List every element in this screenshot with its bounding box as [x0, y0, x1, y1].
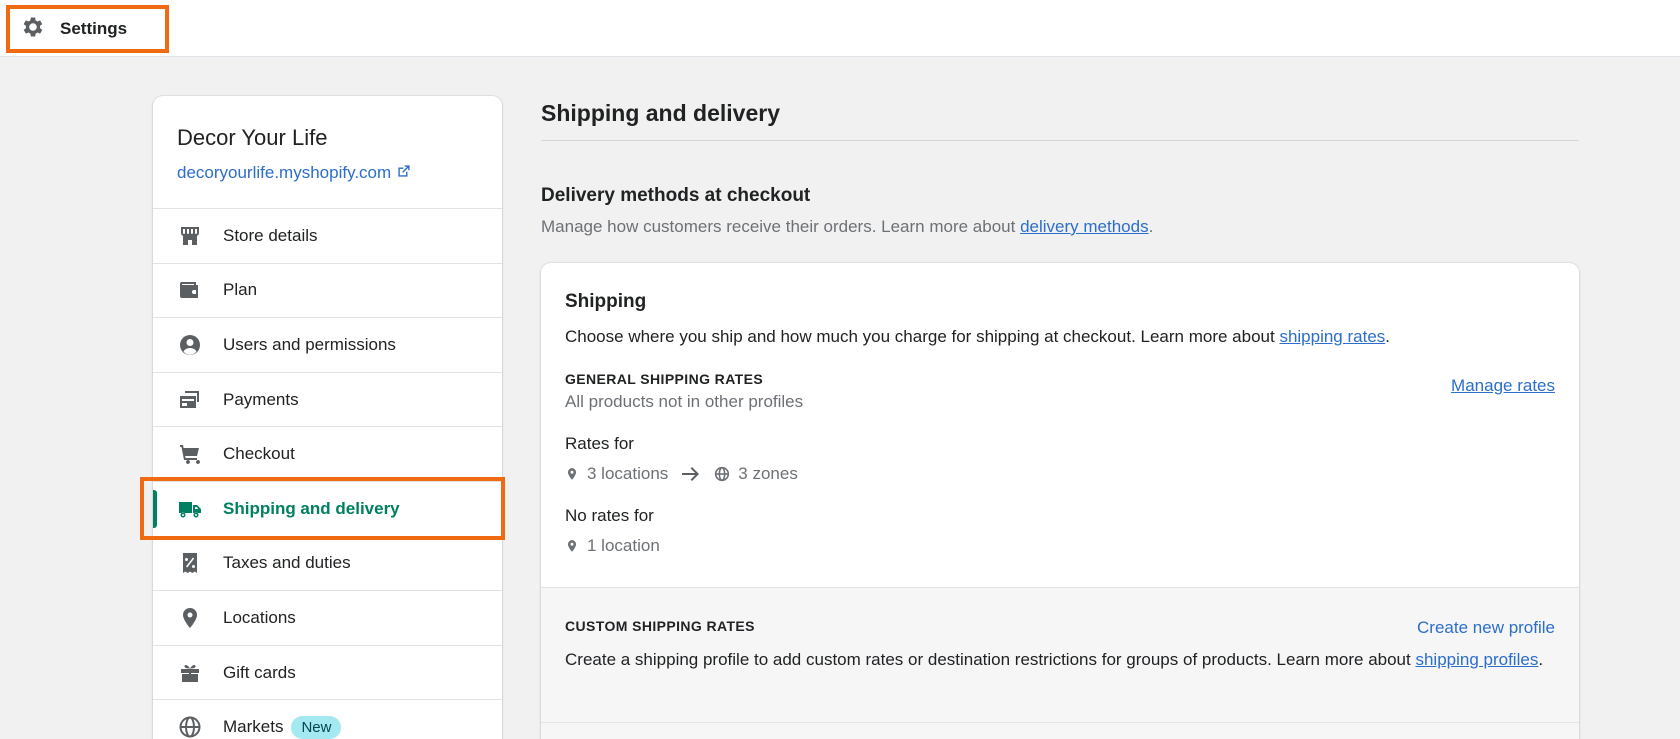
sidebar-item-checkout[interactable]: Checkout	[153, 427, 502, 482]
page-title: Shipping and delivery	[541, 100, 780, 126]
globe-icon	[714, 466, 730, 482]
sidebar-item-label: Store details	[223, 225, 318, 245]
store-url-text[interactable]: decoryourlife.myshopify.com	[177, 163, 391, 183]
title-divider	[541, 140, 1579, 141]
user-circle-icon	[177, 332, 203, 358]
location-pin-icon	[565, 538, 579, 554]
sidebar-item-label: Locations	[223, 607, 296, 627]
create-new-profile-link[interactable]: Create new profile	[1417, 618, 1555, 638]
desc-text: Create a shipping profile to add custom …	[565, 650, 1416, 669]
no-rates-label: No rates for	[565, 506, 654, 525]
sidebar-item-locations[interactable]: Locations	[153, 591, 502, 646]
sidebar-item-label: Checkout	[223, 444, 295, 464]
settings-button[interactable]: Settings	[6, 5, 169, 53]
general-rates-title: GENERAL SHIPPING RATES	[565, 371, 764, 387]
rates-for-label: Rates for	[565, 434, 634, 453]
no-rates-locations-count: 1 location	[587, 536, 660, 555]
rates-for-meta: 3 locations 3 zones	[565, 464, 1555, 484]
store-icon	[177, 223, 203, 249]
custom-rates-description: Create a shipping profile to add custom …	[565, 648, 1555, 672]
no-rates-meta: 1 location	[565, 536, 1555, 556]
sidebar-item-users[interactable]: Users and permissions	[153, 318, 502, 373]
sidebar-item-label: Plan	[223, 280, 258, 300]
sidebar-item-label: Gift cards	[223, 662, 296, 682]
desc-suffix: .	[1385, 327, 1391, 346]
sidebar-item-plan[interactable]: Plan	[153, 264, 502, 319]
receipt-percent-icon	[177, 550, 203, 576]
shipping-heading: Shipping	[565, 291, 647, 312]
store-header: Decor Your Life decoryourlife.myshopify.…	[153, 96, 502, 209]
sidebar-item-gift-cards[interactable]: Gift cards	[153, 646, 502, 701]
delivery-methods-description: Manage how customers receive their order…	[541, 217, 1153, 237]
store-url-link[interactable]: decoryourlife.myshopify.com	[177, 163, 478, 183]
sidebar-item-taxes[interactable]: Taxes and duties	[153, 537, 502, 592]
location-pin-icon	[565, 466, 579, 482]
sidebar-item-label: Users and permissions	[223, 334, 396, 354]
store-name: Decor Your Life	[177, 125, 328, 150]
arrow-right-icon	[682, 467, 700, 481]
wallet-icon	[177, 277, 203, 303]
location-pin-icon	[177, 605, 203, 631]
general-rates-section: Shipping Choose where you ship and how m…	[541, 263, 1579, 587]
new-badge: New	[291, 715, 342, 739]
desc-text: Choose where you ship and how much you c…	[565, 327, 1280, 346]
gift-icon	[177, 660, 203, 686]
desc-suffix: .	[1148, 217, 1154, 236]
locations-count: 3 locations	[587, 464, 669, 483]
truck-icon	[177, 496, 203, 522]
desc-text: Manage how customers receive their order…	[541, 217, 1021, 236]
sidebar-item-markets[interactable]: Markets New	[153, 700, 502, 739]
settings-sidebar: Decor Your Life decoryourlife.myshopify.…	[153, 96, 502, 739]
sidebar-item-shipping-and-delivery[interactable]: Shipping and delivery	[153, 482, 502, 537]
delivery-methods-link[interactable]: delivery methods	[1020, 217, 1149, 236]
top-bar: Settings	[0, 0, 1680, 57]
shipping-profiles-link[interactable]: shipping profiles	[1415, 650, 1538, 669]
shipping-card: Shipping Choose where you ship and how m…	[541, 263, 1579, 739]
sidebar-item-label: Taxes and duties	[223, 553, 351, 573]
gear-icon	[20, 14, 46, 45]
section-divider	[541, 722, 1579, 723]
shipping-description: Choose where you ship and how much you c…	[565, 327, 1555, 347]
shipping-rates-link[interactable]: shipping rates	[1279, 327, 1385, 346]
manage-rates-link[interactable]: Manage rates	[1451, 376, 1555, 396]
sidebar-item-label: Shipping and delivery	[223, 498, 400, 518]
settings-label: Settings	[60, 19, 128, 38]
custom-rates-section: CUSTOM SHIPPING RATES Create new profile…	[541, 587, 1579, 739]
zones-count: 3 zones	[738, 464, 798, 483]
custom-rates-title: CUSTOM SHIPPING RATES	[565, 618, 755, 634]
payments-icon	[177, 387, 203, 413]
delivery-methods-title: Delivery methods at checkout	[541, 185, 811, 206]
desc-suffix: .	[1538, 650, 1544, 669]
sidebar-item-payments[interactable]: Payments	[153, 373, 502, 428]
sidebar-item-label: Payments	[223, 389, 299, 409]
sidebar-item-store-details[interactable]: Store details	[153, 209, 502, 264]
cart-icon	[177, 441, 203, 467]
globe-icon	[177, 714, 203, 739]
sidebar-item-label: Markets	[223, 717, 284, 737]
general-rates-subtitle: All products not in other profiles	[565, 392, 804, 411]
external-link-icon	[397, 163, 411, 183]
